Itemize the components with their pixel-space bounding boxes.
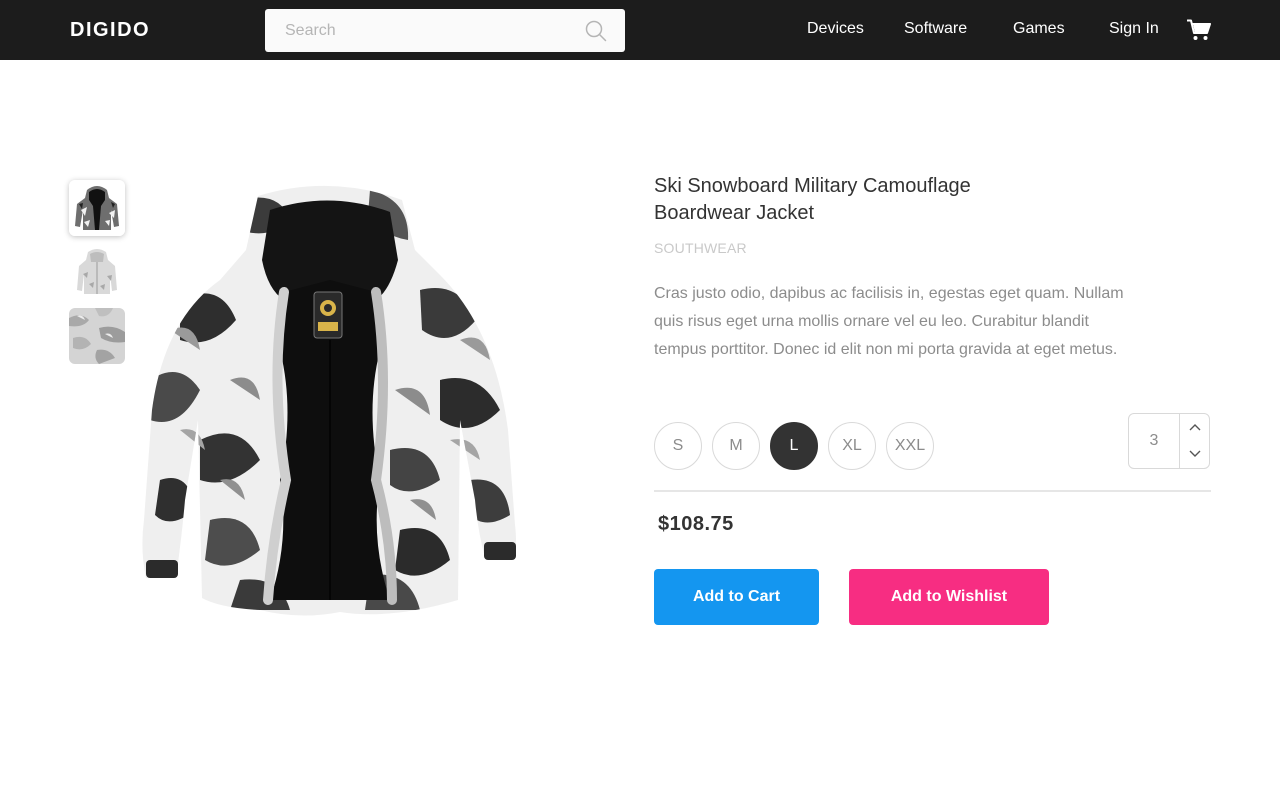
product-main-image (142, 185, 516, 616)
camo-fabric-thumbnail-image (69, 308, 125, 364)
quantity-increment-button[interactable] (1180, 414, 1209, 441)
size-option-m[interactable]: M (712, 422, 760, 470)
size-option-s[interactable]: S (654, 422, 702, 470)
chevron-up-icon (1189, 424, 1200, 431)
quantity-decrement-button[interactable] (1180, 441, 1209, 468)
jacket-thumbnail-image (69, 180, 125, 236)
product-description: Cras justo odio, dapibus ac facilisis in… (654, 285, 1124, 358)
size-option-xl[interactable]: XL (828, 422, 876, 470)
search-box (265, 9, 625, 52)
product-brand[interactable]: SOUTHWEAR (654, 240, 747, 256)
section-divider (654, 490, 1211, 492)
logo[interactable]: DIGIDO (70, 19, 150, 42)
top-navigation-bar: DIGIDO Devices Software Games Sign In (0, 0, 1280, 60)
search-input[interactable] (265, 9, 585, 52)
thumbnail-jacket-white[interactable] (69, 244, 125, 300)
add-to-wishlist-button[interactable]: Add to Wishlist (849, 569, 1049, 625)
thumbnail-jacket-front[interactable] (69, 180, 125, 236)
quantity-stepper: 3 (1128, 413, 1210, 469)
sign-in-link[interactable]: Sign In (1109, 20, 1159, 38)
nav-link-games[interactable]: Games (1013, 20, 1065, 38)
product-title: Ski Snowboard Military Camouflage Boardw… (654, 175, 971, 224)
nav-link-devices[interactable]: Devices (807, 20, 864, 38)
quantity-value[interactable]: 3 (1129, 414, 1179, 468)
cart-icon[interactable] (1187, 19, 1211, 41)
nav-link-software[interactable]: Software (904, 20, 967, 38)
chevron-down-icon (1189, 450, 1200, 457)
search-icon[interactable] (585, 20, 607, 42)
product-price: $108.75 (658, 513, 734, 535)
add-to-cart-button[interactable]: Add to Cart (654, 569, 819, 625)
size-option-l[interactable]: L (770, 422, 818, 470)
thumbnail-camo-fabric[interactable] (69, 308, 125, 364)
size-option-xxl[interactable]: XXL (886, 422, 934, 470)
white-jacket-thumbnail-image (69, 244, 125, 300)
